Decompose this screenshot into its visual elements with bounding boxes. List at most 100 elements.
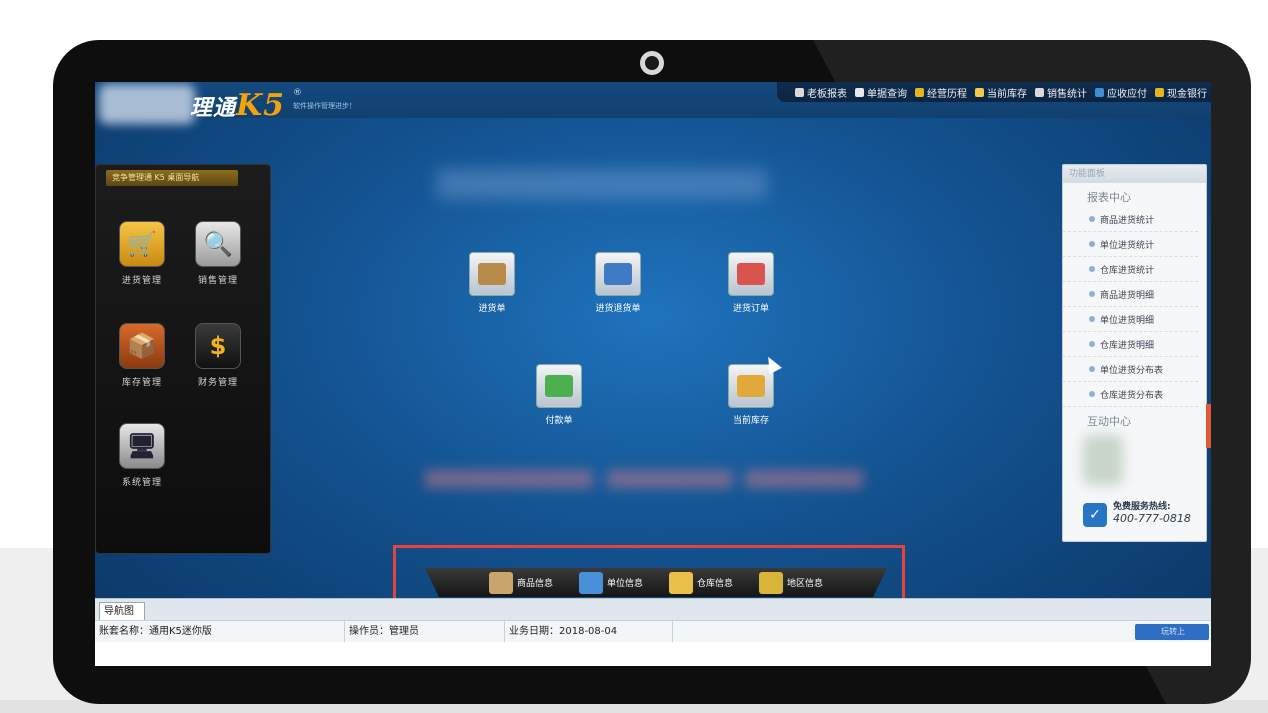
blurred-text bbox=[425, 470, 593, 488]
report-link[interactable]: 单位进货明细 bbox=[1063, 307, 1198, 332]
menu-item-icon bbox=[855, 87, 864, 97]
status-account: 账套名称：通用K5迷你版 bbox=[95, 621, 345, 643]
bullet-icon bbox=[1089, 391, 1095, 397]
menu-item-icon bbox=[975, 87, 984, 97]
left-nav-item[interactable]: 🔍 销售管理 bbox=[188, 221, 248, 286]
function-panel: 功能面板 报表中心 商品进货统计 单位进货统计 仓库进货统计 商品进货明细 单位进货明细… bbox=[1062, 164, 1207, 542]
top-menu-label: 经营历程 bbox=[927, 88, 967, 100]
status-logo: 玩转上 bbox=[1135, 624, 1209, 640]
top-menu-item[interactable]: 应收应付 bbox=[1095, 85, 1147, 100]
function-icon bbox=[469, 252, 515, 296]
report-link[interactable]: 单位进货统计 bbox=[1063, 232, 1198, 257]
report-label: 单位进货分布表 bbox=[1100, 365, 1164, 376]
top-menu-label: 老板报表 bbox=[807, 88, 847, 100]
bullet-icon bbox=[1089, 266, 1095, 272]
top-menu-label: 现金银行 bbox=[1167, 88, 1207, 100]
status-bar: 账套名称：通用K5迷你版 操作员：管理员 业务日期：2018-08-04 玩转上 bbox=[95, 620, 1211, 643]
left-nav-title: 竞争管理通 K5 桌面导航 bbox=[106, 170, 238, 186]
interaction-center-title: 互动中心 bbox=[1087, 415, 1131, 428]
bullet-icon bbox=[1089, 241, 1095, 247]
blurred-text bbox=[607, 470, 733, 488]
function-shortcut[interactable]: 当前库存 bbox=[711, 364, 791, 426]
left-nav-icon: 🖥 bbox=[119, 423, 165, 469]
report-label: 单位进货统计 bbox=[1100, 240, 1155, 251]
report-link[interactable]: 商品进货统计 bbox=[1063, 207, 1198, 232]
left-nav-panel: 竞争管理通 K5 桌面导航 🛒 进货管理 🔍 销售管理 📦 库存管理 $ 财务管理 🖥 系统管理 bbox=[95, 164, 271, 554]
report-label: 商品进货明细 bbox=[1100, 290, 1155, 301]
left-nav-label: 系统管理 bbox=[121, 478, 162, 488]
app-slogan: 软件操作管理进步！ bbox=[293, 102, 356, 110]
bullet-icon bbox=[1089, 366, 1095, 372]
camera-icon bbox=[640, 51, 664, 75]
function-shortcut[interactable]: 付款单 bbox=[519, 364, 599, 426]
left-nav-item[interactable]: $ 财务管理 bbox=[188, 323, 248, 388]
blurred-text bbox=[745, 470, 863, 488]
left-nav-icon: 🔍 bbox=[195, 221, 241, 267]
left-nav-item[interactable]: 🛒 进货管理 bbox=[112, 221, 172, 286]
report-link[interactable]: 仓库进货分布表 bbox=[1063, 382, 1198, 407]
menu-item-icon bbox=[1035, 87, 1044, 97]
bullet-icon bbox=[1089, 341, 1095, 347]
report-label: 仓库进货分布表 bbox=[1100, 390, 1164, 401]
report-label: 单位进货明细 bbox=[1100, 315, 1155, 326]
function-label: 进货单 bbox=[478, 304, 506, 314]
top-menu-item[interactable]: 单据查询 bbox=[855, 85, 907, 100]
blurred-title bbox=[437, 169, 767, 199]
app-screen: 理通K5 ® 软件操作管理进步！ 老板报表 单据查询 经营历程 当前库存 销售统计 应收应… bbox=[95, 82, 1211, 666]
top-menu-item[interactable]: 经营历程 bbox=[915, 85, 967, 100]
report-link[interactable]: 单位进货分布表 bbox=[1063, 357, 1198, 382]
menu-item-icon bbox=[1095, 87, 1104, 97]
function-label: 进货退货单 bbox=[595, 304, 641, 314]
app-logo: 理通K5 bbox=[190, 88, 285, 123]
customer-service-image[interactable] bbox=[1083, 435, 1123, 485]
bullet-icon bbox=[1089, 316, 1095, 322]
app-header: 理通K5 ® 软件操作管理进步！ 老板报表 单据查询 经营历程 当前库存 销售统计 应收应… bbox=[95, 82, 1211, 124]
function-label: 当前库存 bbox=[732, 416, 769, 426]
bullet-icon bbox=[1089, 291, 1095, 297]
left-nav-item[interactable]: 🖥 系统管理 bbox=[112, 423, 172, 488]
top-menu-item[interactable]: 当前库存 bbox=[975, 85, 1027, 100]
report-center-title: 报表中心 bbox=[1087, 191, 1131, 204]
top-menu-item[interactable]: 老板报表 bbox=[795, 85, 847, 100]
menu-item-icon bbox=[915, 87, 924, 97]
report-label: 商品进货统计 bbox=[1100, 215, 1155, 226]
function-panel-header: 功能面板 bbox=[1063, 165, 1206, 183]
report-label: 仓库进货明细 bbox=[1100, 340, 1155, 351]
registered-mark: ® bbox=[293, 88, 302, 98]
left-nav-item[interactable]: 📦 库存管理 bbox=[112, 323, 172, 388]
status-date: 业务日期：2018-08-04 bbox=[505, 621, 673, 643]
screen-bottom-area bbox=[95, 642, 1211, 666]
left-nav-icon: $ bbox=[195, 323, 241, 369]
logo-blurred bbox=[99, 84, 195, 124]
left-nav-label: 库存管理 bbox=[121, 378, 162, 388]
top-menu-item[interactable]: 销售统计 bbox=[1035, 85, 1087, 100]
function-shortcut[interactable]: 进货单 bbox=[452, 252, 532, 314]
hotline-number: 400-777-0818 bbox=[1113, 512, 1191, 525]
report-link[interactable]: 商品进货明细 bbox=[1063, 282, 1198, 307]
left-nav-label: 销售管理 bbox=[197, 276, 238, 286]
phone-icon: ✓ bbox=[1083, 503, 1107, 527]
menu-item-icon bbox=[795, 87, 804, 97]
bullet-icon bbox=[1089, 216, 1095, 222]
panel-scroll-handle[interactable] bbox=[1206, 404, 1211, 448]
left-nav-label: 进货管理 bbox=[121, 276, 162, 286]
top-menu-label: 当前库存 bbox=[987, 88, 1027, 100]
menu-item-icon bbox=[1155, 87, 1164, 97]
function-label: 付款单 bbox=[545, 416, 573, 426]
function-icon bbox=[595, 252, 641, 296]
function-icon bbox=[536, 364, 582, 408]
report-label: 仓库进货统计 bbox=[1100, 265, 1155, 276]
report-link[interactable]: 仓库进货明细 bbox=[1063, 332, 1198, 357]
function-icon bbox=[728, 252, 774, 296]
top-menu-item[interactable]: 现金银行 bbox=[1155, 85, 1207, 100]
tab-row: 导航图 bbox=[95, 598, 1211, 621]
top-menu: 老板报表 单据查询 经营历程 当前库存 销售统计 应收应付 现金银行 bbox=[777, 82, 1211, 102]
left-nav-label: 财务管理 bbox=[197, 378, 238, 388]
status-operator: 操作员：管理员 bbox=[345, 621, 505, 643]
function-shortcut[interactable]: 进货订单 bbox=[711, 252, 791, 314]
tab-navigation[interactable]: 导航图 bbox=[99, 602, 145, 621]
report-link[interactable]: 仓库进货统计 bbox=[1063, 257, 1198, 282]
left-nav-icon: 📦 bbox=[119, 323, 165, 369]
function-shortcut[interactable]: 进货退货单 bbox=[578, 252, 658, 314]
left-nav-icon: 🛒 bbox=[119, 221, 165, 267]
